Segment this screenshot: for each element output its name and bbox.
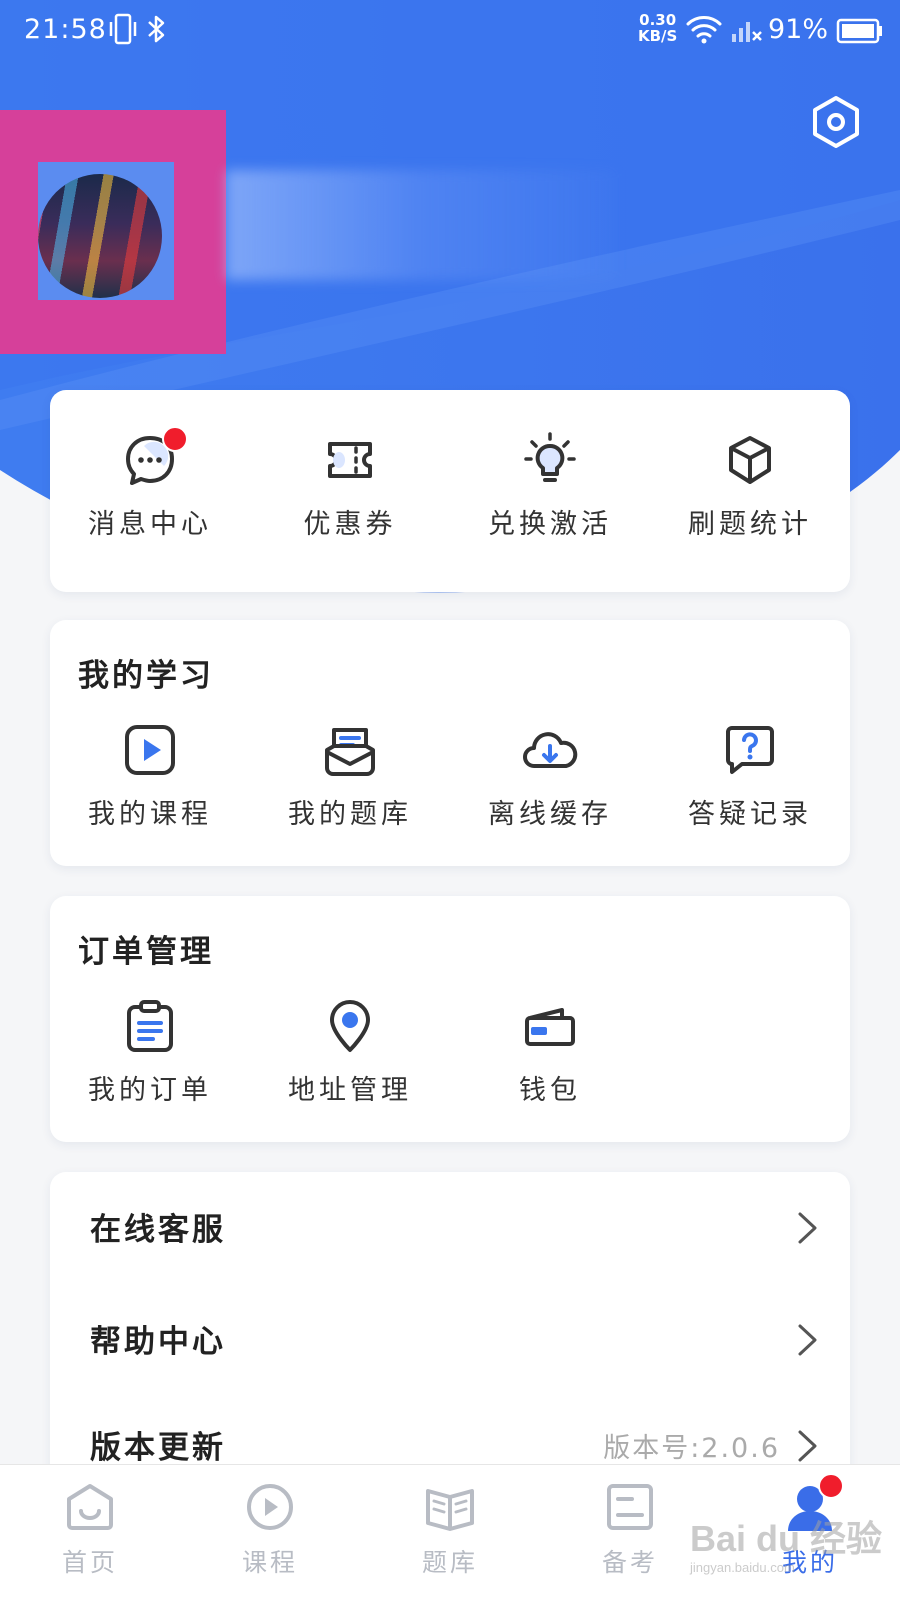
tray-icon [322,722,378,778]
study-label: 我的题库 [288,799,412,830]
tab-label: 课程 [241,1548,298,1577]
quick-action-label: 消息中心 [88,509,212,540]
tab-courses[interactable]: 课程 [180,1481,360,1579]
cube-icon [722,432,778,488]
list-row-label: 在线客服 [90,1212,226,1248]
order-label: 我的订单 [88,1075,212,1106]
study-label: 我的课程 [88,799,212,830]
bluetooth-icon [144,12,168,53]
order-my-orders[interactable]: 我的订单 [50,998,250,1107]
play-circle-icon [244,1481,296,1533]
book-icon [424,1481,476,1533]
vibrate-icon [108,12,138,53]
play-square-icon [122,722,178,778]
list-row-online-service[interactable]: 在线客服 [50,1172,850,1282]
status-time: 21:58 [24,14,107,45]
quick-action-label: 优惠券 [303,509,397,540]
settings-button[interactable] [808,94,864,150]
blurred-username[interactable] [226,170,616,280]
tab-home[interactable]: 首页 [0,1481,180,1579]
clipboard-icon [122,998,178,1054]
study-offline-cache[interactable]: 离线缓存 [450,722,650,831]
order-address-management[interactable]: 地址管理 [250,998,450,1107]
quick-action-messages[interactable]: 消息中心 [50,426,250,541]
lightbulb-icon [522,432,578,488]
order-label: 地址管理 [288,1075,412,1106]
quick-action-label: 刷题统计 [688,509,812,540]
tab-question-bank[interactable]: 题库 [360,1481,540,1579]
avatar[interactable] [38,174,162,298]
settings-hexagon-icon [813,96,859,148]
ticket-icon [322,432,378,488]
quick-action-label: 兑换激活 [488,509,612,540]
settings-list-card: 在线客服 帮助中心 版本更新 版本号:2.0.6 [50,1172,850,1502]
watermark-sub: jingyan.baidu.com [690,1560,795,1575]
tab-label: 题库 [421,1548,478,1577]
watermark-main: Bai du 经验 [690,1518,883,1559]
list-row-label: 帮助中心 [90,1324,226,1360]
study-qa-records[interactable]: 答疑记录 [650,722,850,831]
my-study-card: 我的学习 我的课程 我的题库 离线缓存 答疑记录 [50,620,850,866]
study-label: 离线缓存 [488,799,612,830]
mine-badge [818,1473,844,1499]
net-speed: 0.30 KB/S [638,12,677,44]
chevron-right-icon [798,1212,817,1244]
orders-card: 订单管理 我的订单 地址管理 钱包 [50,896,850,1142]
net-speed-unit: KB/S [638,27,678,45]
location-pin-icon [322,998,378,1054]
version-number: 版本号:2.0.6 [603,1433,780,1464]
list-row-label: 版本更新 [90,1430,226,1466]
wallet-icon [522,998,578,1054]
battery-percent: 91% [768,14,829,45]
my-study-title: 我的学习 [78,658,214,694]
chevron-right-icon [798,1324,817,1356]
orders-title: 订单管理 [78,934,214,970]
tab-label: 首页 [61,1548,118,1577]
study-my-courses[interactable]: 我的课程 [50,722,250,831]
message-bubble-icon [122,426,188,488]
quick-actions-card: 消息中心 优惠券 兑换激活 刷题统计 [50,390,850,592]
order-label: 钱包 [519,1075,581,1106]
study-label: 答疑记录 [688,799,812,830]
cloud-download-icon [522,722,578,778]
avatar-container[interactable] [38,162,174,300]
message-badge [162,426,188,452]
quick-action-coupons[interactable]: 优惠券 [250,432,450,541]
battery-icon [836,18,884,51]
signal-icon [730,16,764,51]
quick-action-redeem[interactable]: 兑换激活 [450,432,650,541]
question-bubble-icon [722,722,778,778]
quick-action-stats[interactable]: 刷题统计 [650,432,850,541]
wifi-icon [686,14,722,51]
home-icon [64,1481,116,1533]
chevron-right-icon [798,1430,817,1462]
order-wallet[interactable]: 钱包 [450,998,650,1107]
document-icon [604,1481,656,1533]
profile-redaction-box [0,110,226,354]
status-bar: 21:58 0.30 KB/S 91% [0,0,900,66]
list-row-help-center[interactable]: 帮助中心 [50,1284,850,1394]
baidu-watermark: Bai du 经验 jingyan.baidu.com [690,1510,882,1575]
study-my-question-bank[interactable]: 我的题库 [250,722,450,831]
